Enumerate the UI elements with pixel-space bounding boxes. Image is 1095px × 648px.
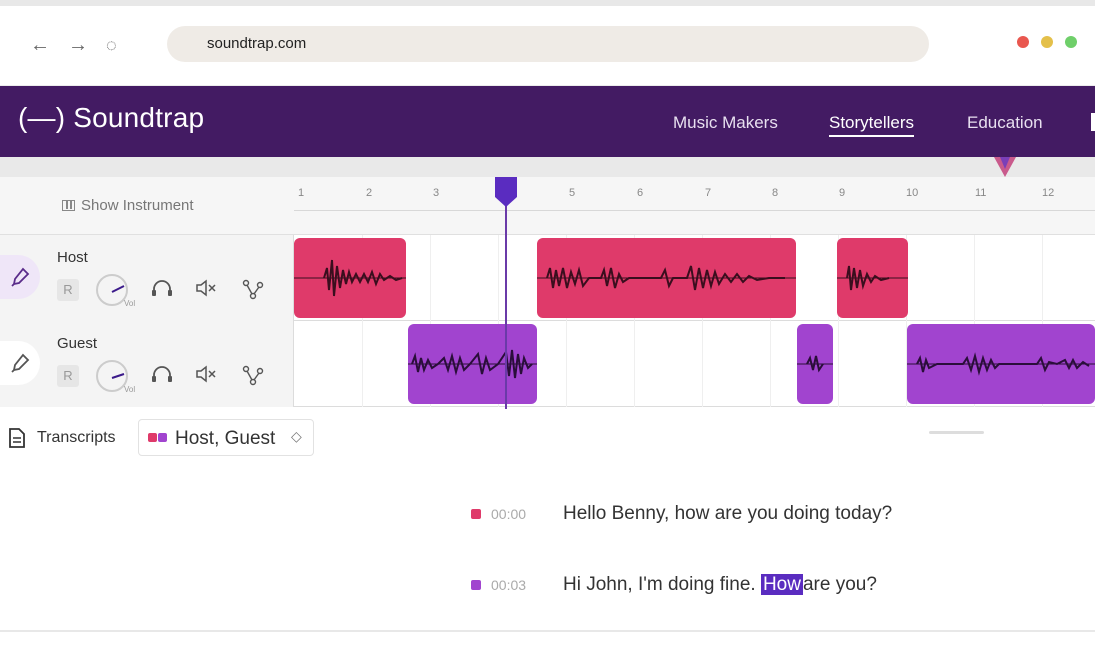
playhead-handle-icon[interactable] [494,177,518,207]
ruler-tick: 6 [637,187,644,199]
ruler-tick: 10 [906,187,919,199]
headphones-icon[interactable] [150,277,174,299]
soundtrap-logo[interactable]: (—) Soundtrap [18,102,204,134]
waveform [537,265,796,291]
forward-arrow-icon[interactable]: → [68,34,88,57]
host-swatch [148,433,157,442]
track-name-host[interactable]: Host [57,249,88,266]
speaker-select[interactable]: Host, Guest ◇ [138,419,314,456]
transcript-text-after: are you? [802,574,877,595]
automation-icon[interactable] [241,363,265,387]
track-host-lane[interactable] [294,235,1095,321]
transcript-text: Hi John, I'm doing fine. How are you? [563,574,877,596]
transcript-text: Hello Benny, how are you doing today? [563,503,893,524]
transcript-time: 00:03 [491,577,527,593]
loop-marker-icon [994,157,1016,177]
ruler-tick: 5 [569,187,576,199]
address-bar[interactable]: soundtrap.com [167,26,929,62]
track-guest-controls: Guest R Vol [0,321,294,407]
speaker-bullet [471,509,481,519]
ruler-tick: 8 [772,187,779,199]
waveform [907,352,1095,376]
nav-storytellers[interactable]: Storytellers [829,113,915,137]
back-arrow-icon[interactable]: ← [30,34,50,57]
playhead-line [505,177,507,409]
show-instrument-button[interactable]: Show Instrument [62,197,194,214]
ruler-tick: 3 [433,187,440,199]
headphones-icon[interactable] [150,363,174,385]
track-host-controls: Host R Vol [0,235,294,321]
waveform [837,265,908,291]
transcript-line[interactable]: 00:03 Hi John, I'm doing fine. How are yo… [471,570,877,600]
speaker-bullet [471,580,481,590]
track-guest-lane[interactable] [294,321,1095,407]
track-guest: Guest R Vol [0,321,1095,407]
transcript-line[interactable]: 00:00 Hello Benny, how are you doing tod… [471,499,892,529]
track-host: Host R Vol [0,235,1095,321]
window-dot-red-icon[interactable] [1017,36,1029,48]
ruler-tick: 2 [366,187,373,199]
piano-icon [62,200,75,211]
guest-swatch [158,433,167,442]
bottom-divider [0,630,1095,632]
audio-clip[interactable] [408,324,537,404]
audio-clip[interactable] [294,238,406,318]
audio-clip[interactable] [907,324,1095,404]
microphone-icon[interactable] [0,341,40,385]
window-dot-yellow-icon[interactable] [1041,36,1053,48]
ruler-tick: 7 [705,187,712,199]
microphone-icon[interactable] [0,255,40,299]
volume-label: Vol [124,385,136,394]
audio-clip[interactable] [837,238,908,318]
speaker-select-value: Host, Guest [175,428,276,449]
volume-label: Vol [124,299,136,308]
waveform [294,259,406,297]
waveform [408,349,537,379]
ruler-tick: 9 [839,187,846,199]
transcript-time: 00:00 [491,506,527,522]
transcript-text-before: Hi John, I'm doing fine. [563,574,756,595]
nav-music-makers[interactable]: Music Makers [673,113,778,133]
show-instrument-label: Show Instrument [81,197,194,214]
reload-icon[interactable]: ◌ [106,35,117,56]
record-arm-button[interactable]: R [57,279,79,301]
resize-handle[interactable] [929,431,984,434]
audio-clip[interactable] [537,238,796,318]
header-edge-mark [1091,113,1095,131]
ruler-tick: 11 [975,187,987,199]
chevron-updown-icon: ◇ [291,428,302,444]
nav-education[interactable]: Education [967,113,1043,133]
transcripts-label: Transcripts [37,429,116,446]
document-icon [9,428,25,448]
record-arm-button[interactable]: R [57,365,79,387]
audio-clip[interactable] [797,324,833,404]
ruler-tick: 12 [1042,187,1055,199]
automation-icon[interactable] [241,277,265,301]
mute-icon[interactable] [194,363,218,385]
browser-chrome: ← → ◌ soundtrap.com [0,0,1095,88]
site-header: (—) Soundtrap Music Makers Storytellers … [0,86,1095,157]
mute-icon[interactable] [194,277,218,299]
time-ruler[interactable]: 1 2 3 5 6 7 8 9 10 11 12 [294,177,1095,235]
timeline-top-strip [0,157,1095,177]
highlighted-word: How [760,574,803,595]
transcripts-bar: Transcripts Host, Guest ◇ [0,409,1095,465]
track-name-guest[interactable]: Guest [57,335,97,352]
ruler-row: Show Instrument 1 2 3 5 6 7 8 9 10 11 12 [0,177,1095,235]
window-controls [1017,36,1077,48]
waveform [797,355,833,373]
ruler-tick: 1 [298,187,305,199]
address-bar-url: soundtrap.com [207,35,307,52]
window-dot-green-icon[interactable] [1065,36,1077,48]
